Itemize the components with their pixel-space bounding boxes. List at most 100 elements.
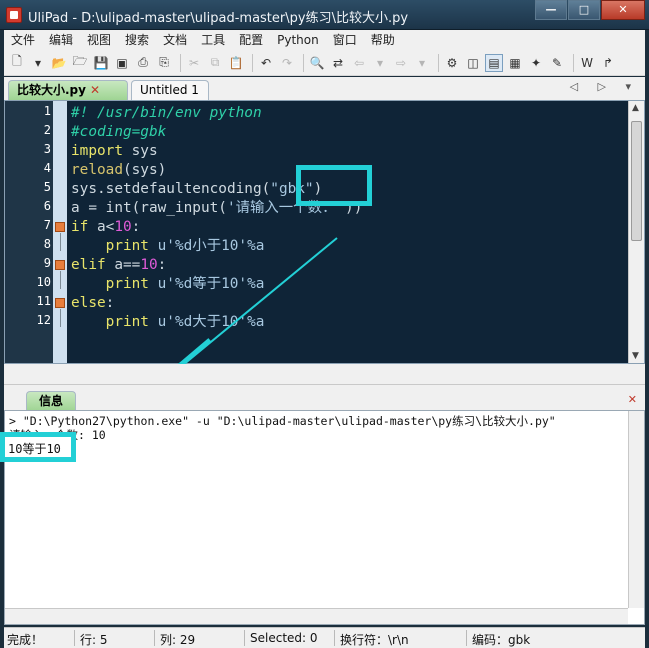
output-console[interactable]: > "D:\Python27\python.exe" -u "D:\ulipad… — [4, 410, 645, 625]
code-token: (sys) — [122, 162, 167, 178]
tab-untitled[interactable]: Untitled 1 — [131, 80, 209, 100]
menu-tools[interactable]: 工具 — [194, 30, 232, 50]
code-line[interactable]: sys.setdefaultencoding("gbk") — [71, 180, 322, 199]
forward-dropdown-icon[interactable]: ▾ — [413, 54, 431, 72]
code-token: print — [71, 238, 149, 254]
menu-window[interactable]: 窗口 — [326, 30, 364, 50]
status-divider — [74, 630, 75, 646]
code-token: #! /usr/bin/env python — [71, 105, 262, 121]
code-editor[interactable]: 1 2 3 4 5 6 7 8 9 10 11 12 #! /usr/bin/e… — [4, 100, 645, 364]
preferences-icon[interactable]: ⚙ — [443, 54, 461, 72]
back-dropdown-icon[interactable]: ▾ — [371, 54, 389, 72]
pin-icon[interactable]: ↱ — [599, 54, 617, 72]
line-number: 2 — [43, 123, 51, 137]
code-token: u'%d等于10'%a — [148, 276, 265, 292]
console-horizontal-scrollbar[interactable] — [5, 608, 628, 624]
code-token: : — [157, 257, 167, 273]
ulipad-app-icon — [6, 7, 22, 23]
print-icon[interactable]: ⎙ — [134, 54, 152, 72]
code-line[interactable]: print u'%d等于10'%a — [71, 275, 265, 294]
status-state: 完成！ — [7, 633, 44, 647]
minimize-button[interactable]: — — [535, 0, 567, 20]
tab-navigation-icons[interactable]: ◁ ▷ ▾ — [570, 80, 639, 93]
panel-splitter[interactable] — [4, 364, 645, 384]
run-icon[interactable]: ✦ — [527, 54, 545, 72]
paste-icon[interactable]: 📋 — [227, 54, 245, 72]
scroll-up-icon[interactable]: ▲ — [632, 103, 639, 113]
code-line[interactable]: print u'%d大于10'%a — [71, 313, 265, 332]
debug-icon[interactable]: ✎ — [548, 54, 566, 72]
code-token: reload — [71, 162, 123, 178]
back-icon[interactable]: ⇦ — [350, 54, 368, 72]
code-token: import — [71, 143, 123, 159]
wrap-icon[interactable]: W — [578, 54, 596, 72]
toolbar-separator — [180, 53, 181, 72]
menu-search[interactable]: 搜索 — [118, 30, 156, 50]
code-token: : — [131, 219, 141, 235]
window-controls: — □ ✕ — [534, 0, 645, 20]
line-number: 10 — [36, 275, 51, 289]
save-icon[interactable]: 💾 — [92, 54, 110, 72]
toolbar-separator — [438, 53, 439, 72]
redo-icon[interactable]: ↷ — [278, 54, 296, 72]
code-line[interactable]: print u'%d小于10'%a — [71, 237, 265, 256]
console-vertical-scrollbar[interactable] — [628, 411, 644, 608]
title-bar: UliPad - D:\ulipad-master\ulipad-master\… — [0, 0, 649, 30]
menu-config[interactable]: 配置 — [232, 30, 270, 50]
dropdown-arrow-icon[interactable]: ▾ — [29, 54, 47, 72]
window-title: UliPad - D:\ulipad-master\ulipad-master\… — [28, 11, 409, 26]
code-line[interactable]: #! /usr/bin/env python — [71, 104, 262, 123]
scrollbar-thumb[interactable] — [631, 121, 642, 241]
menu-python[interactable]: Python — [270, 30, 326, 50]
code-token: u'%d大于10'%a — [148, 314, 265, 330]
undo-icon[interactable]: ↶ — [257, 54, 275, 72]
print-preview-icon[interactable]: ⎘ — [155, 54, 173, 72]
code-line[interactable]: import sys — [71, 142, 158, 161]
copy-icon[interactable]: ⧉ — [206, 54, 224, 72]
forward-icon[interactable]: ⇨ — [392, 54, 410, 72]
fold-guide — [60, 271, 61, 289]
menu-view[interactable]: 视图 — [80, 30, 118, 50]
code-line[interactable]: #coding=gbk — [71, 123, 166, 142]
panel-close-icon[interactable]: ✕ — [628, 393, 637, 406]
status-column: 列: 29 — [160, 633, 196, 647]
tab-info[interactable]: 信息 — [26, 391, 76, 411]
menu-help[interactable]: 帮助 — [364, 30, 402, 50]
scroll-down-icon[interactable]: ▼ — [632, 351, 639, 361]
menu-document[interactable]: 文档 — [156, 30, 194, 50]
code-token: if — [71, 219, 89, 235]
tab-current-file[interactable]: 比较大小.py ✕ — [8, 80, 128, 100]
code-token: 10 — [140, 257, 158, 273]
menu-file[interactable]: 文件 — [4, 30, 42, 50]
line-number: 1 — [43, 104, 51, 118]
menu-edit[interactable]: 编辑 — [42, 30, 80, 50]
save-all-icon[interactable]: ▣ — [113, 54, 131, 72]
split-view-icon[interactable]: ◫ — [464, 54, 482, 72]
editor-tab-bar: 比较大小.py ✕ Untitled 1 ◁ ▷ ▾ — [4, 77, 645, 100]
fold-toggle-icon[interactable] — [55, 260, 65, 270]
toolbar-separator — [303, 53, 304, 72]
open-folder-icon[interactable]: 📂 — [50, 54, 68, 72]
code-line[interactable]: reload(sys) — [71, 161, 166, 180]
cut-icon[interactable]: ✂ — [185, 54, 203, 72]
tab-close-icon[interactable]: ✕ — [90, 83, 100, 97]
fold-toggle-icon[interactable] — [55, 222, 65, 232]
find-icon[interactable]: 🔍 — [308, 54, 326, 72]
replace-icon[interactable]: ⇄ — [329, 54, 347, 72]
code-line[interactable]: else: — [71, 294, 114, 313]
status-divider — [154, 630, 155, 646]
tab-label: 比较大小.py — [17, 83, 86, 97]
maximize-button[interactable]: □ — [568, 0, 600, 20]
editor-vertical-scrollbar[interactable]: ▲ ▼ — [628, 101, 644, 363]
code-line[interactable]: if a<10: — [71, 218, 140, 237]
close-button[interactable]: ✕ — [601, 0, 645, 20]
layout-icon[interactable]: ▤ — [485, 53, 503, 72]
line-number: 4 — [43, 161, 51, 175]
line-number: 11 — [36, 294, 51, 308]
code-line[interactable]: elif a==10: — [71, 256, 166, 275]
toolbar-separator — [252, 53, 253, 72]
python-shell-icon[interactable]: ▦ — [506, 54, 524, 72]
new-file-icon[interactable]: 🗋 — [8, 54, 26, 72]
open-recent-icon[interactable]: 🗁 — [71, 54, 89, 72]
fold-toggle-icon[interactable] — [55, 298, 65, 308]
